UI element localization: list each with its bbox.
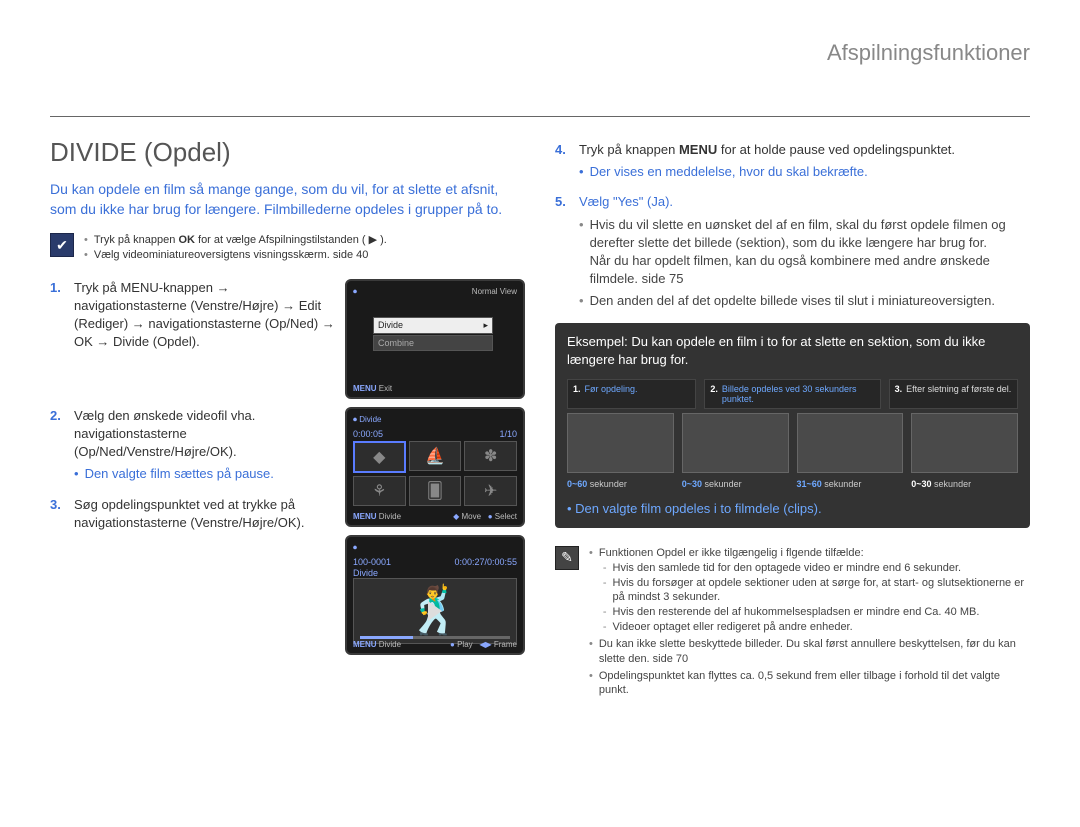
ex-time2-r: 0~30 [682,479,702,489]
ex-label1-n: 1. [573,384,581,404]
lcd1-combine: Combine [378,338,414,348]
rec-icon: ⏺ [353,543,357,552]
step3-number: 3. [50,496,66,532]
lcd3-menu: MENU [353,640,377,649]
step5-body: Vælg "Yes" (Ja). [579,194,673,209]
ex-time2-u: sekunder [705,479,742,489]
step4-body: Tryk på knappen MENU for at holde pause … [579,142,955,157]
check-icon: ✔ [50,233,74,257]
thumbnail: ◆ [353,441,406,473]
lcd2-move: Move [461,512,481,521]
footer-dash2: Hvis du forsøger at opdele sektioner ude… [613,576,1030,606]
lcd3-play: Play [457,640,473,649]
intro-text: Du kan opdele en film så mange gange, so… [50,180,525,219]
example-thumb [797,413,904,473]
lcd3-frame: Frame [494,640,517,649]
rec-icon: ⏺ [353,287,357,297]
ex-label3-n: 3. [895,384,903,404]
step1-body: Tryk på MENU-knappen → navigationstaster… [74,279,335,352]
footer-dash3: Hvis den resterende del af hukommelsespl… [613,605,1030,620]
example-thumb [567,413,674,473]
example-thumb [682,413,789,473]
thumbnail: 🂠 [409,476,462,506]
step2-body: Vælg den ønskede videofil vha. navigatio… [74,408,255,459]
step2-sub: Den valgte film sættes på pause. [74,465,335,483]
step5-number: 5. [555,193,571,310]
step3-body: Søg opdelingspunktet ved at trykke på na… [74,496,335,532]
ex-time4-u: sekunder [934,479,971,489]
ex-label3-t: Efter sletning af første del. [906,384,1011,404]
lcd1-title: Normal View [472,287,517,297]
thumbnail: ✽ [464,441,517,471]
lcd-screenshot-3: ⏺ 100-0001 0:00:27/0:00:55 Divide 🕺 [345,535,525,655]
chevron-right-icon: ▸ [483,320,488,331]
ex-time1-r: 0~60 [567,479,587,489]
ex-time1-u: sekunder [590,479,627,489]
header-rule [50,116,1030,117]
ex-label1-t: Før opdeling. [585,384,638,404]
lcd3-time: 0:00:27/0:00:55 [454,557,517,567]
example-panel: Eksempel: Du kan opdele en film i to for… [555,323,1030,528]
rec-icon: ⏺ [353,415,357,424]
lcd1-menu-label: MENU [353,384,377,393]
step5-sub2: Den anden del af det opdelte billede vis… [579,292,1030,310]
step1-number: 1. [50,279,66,352]
footer-dash4: Videoer optaget eller redigeret på andre… [613,620,1030,635]
page-header: Afspilningsfunktioner [50,40,1030,66]
example-thumb [911,413,1018,473]
step2-number: 2. [50,407,66,484]
footer-dash1: Hvis den samlede tid for den optagede vi… [613,561,1030,576]
example-caption: Den valgte film opdeles i to filmdele (c… [567,501,1018,516]
footer-bul1: Du kan ikke slette beskyttede billeder. … [599,637,1030,667]
lcd2-counter: 1/10 [499,429,517,439]
lcd3-label: Divide [353,568,517,578]
lcd1-divide: Divide [378,320,403,331]
step5-sub1: Hvis du vil slette en uønsket del af en … [579,216,1030,289]
footer-note: ✎ Funktionen Opdel er ikke tilgængelig i… [555,546,1030,700]
ex-label2-n: 2. [710,384,718,404]
thumbnail: ✈ [464,476,517,506]
pencil-note-icon: ✎ [555,546,579,570]
lcd2-select: Select [495,512,517,521]
thumbnail: ⛵ [409,441,462,471]
play-icon [428,601,442,621]
example-text: Du kan opdele en film i to for at slette… [567,334,985,367]
thumbnail: ⚘ [353,476,406,506]
lcd2-menu: MENU [353,512,377,521]
info-note: ✔ Tryk på knappen OK for at vælge Afspil… [50,233,525,263]
ex-time4-r: 0~30 [911,479,931,489]
footer-bul2: Opdelingspunktet kan flyttes ca. 0,5 sek… [599,669,1030,699]
info-line1: Tryk på knappen OK for at vælge Afspilni… [94,233,387,248]
example-lead: Eksempel: [567,334,628,349]
lcd3-divide: Divide [379,640,401,649]
ex-label2-t: Billede opdeles ved 30 sekunders punktet… [722,384,875,404]
footer-intro: Funktionen Opdel er ikke tilgængelig i f… [599,546,1030,561]
info-line2: Vælg videominiatureoversigtens visningss… [94,248,369,263]
page-title: DIVIDE (Opdel) [50,137,525,168]
step4-sub: Der vises en meddelelse, hvor du skal be… [579,163,1030,181]
lcd2-time: 0:00:05 [353,429,383,439]
lcd1-exit: Exit [379,384,392,393]
lcd2-divide: Divide [379,512,401,521]
lcd2-title: Divide [359,415,381,424]
ex-time3-r: 31~60 [797,479,822,489]
right-column: 4. Tryk på knappen MENU for at holde pau… [555,127,1030,700]
step4-number: 4. [555,141,571,181]
lcd-screenshot-1: ⏺ Normal View Divide ▸ Combine MENU Exit [345,279,525,399]
left-column: DIVIDE (Opdel) Du kan opdele en film så … [50,127,525,700]
lcd-screenshot-2: ⏺ Divide 0:00:05 1/10 ◆ ⛵ ✽ ⚘ 🂠 [345,407,525,527]
ex-time3-u: sekunder [824,479,861,489]
lcd3-file: 100-0001 [353,557,391,567]
